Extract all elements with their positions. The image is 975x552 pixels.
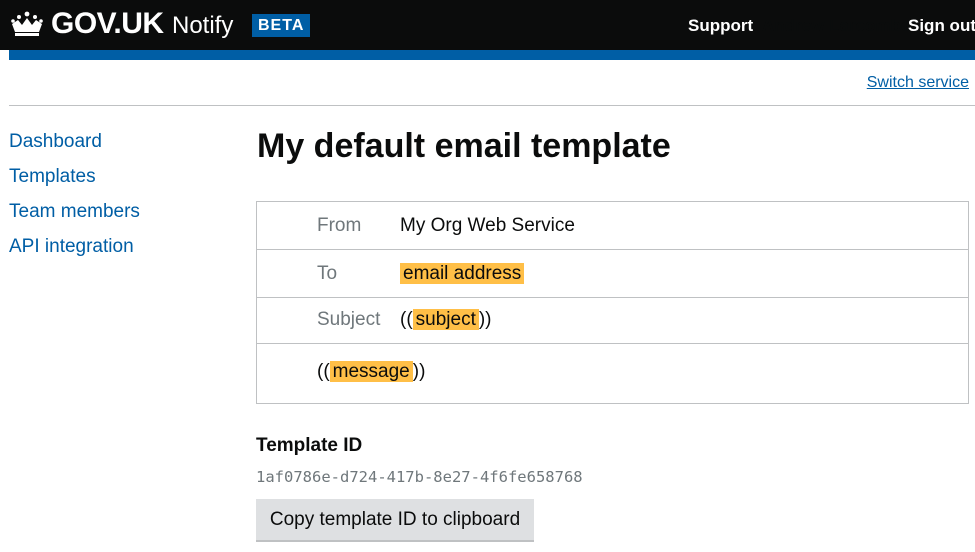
to-placeholder: email address <box>400 263 525 284</box>
sidebar-item-api-integration[interactable]: API integration <box>9 229 140 264</box>
switch-service-link[interactable]: Switch service <box>867 72 969 94</box>
preview-row-subject: Subject ((subject)) <box>257 298 968 344</box>
body-open-brackets: (( <box>317 361 330 382</box>
nav-support-link[interactable]: Support <box>688 14 753 38</box>
sidebar-item-templates[interactable]: Templates <box>9 159 140 194</box>
preview-row-body: ((message)) <box>257 344 968 403</box>
copy-template-id-button[interactable]: Copy template ID to clipboard <box>256 499 534 540</box>
site-header: GOV.UK Notify BETA Support Andrew Larcom… <box>0 0 975 50</box>
preview-row-from: From My Org Web Service <box>257 202 968 250</box>
from-value: My Org Web Service <box>400 215 575 236</box>
template-id-heading: Template ID <box>256 435 363 456</box>
subject-placeholder: subject <box>412 309 479 330</box>
phase-tag: BETA <box>252 14 311 37</box>
subject-value: ((subject)) <box>400 308 492 332</box>
sidebar-item-dashboard[interactable]: Dashboard <box>9 124 140 159</box>
nav-sign-out-link[interactable]: Sign out <box>908 14 975 38</box>
message-placeholder: message <box>329 361 413 382</box>
subject-open-brackets: (( <box>400 309 413 330</box>
crown-icon <box>11 11 43 36</box>
sidebar-item-team-members[interactable]: Team members <box>9 194 140 229</box>
to-value: email address <box>400 262 525 286</box>
template-id-value: 1af0786e-d724-417b-8e27-4f6fe658768 <box>256 468 583 486</box>
sidebar-nav: Dashboard Templates Team members API int… <box>9 124 140 264</box>
header-accent-bar <box>9 50 975 60</box>
preview-row-to: To email address <box>257 250 968 298</box>
nav-user-link[interactable]: Andrew Larcombe <box>762 14 910 38</box>
header-divider <box>9 105 975 106</box>
govuk-logo-text[interactable]: GOV.UK <box>51 6 164 42</box>
product-name[interactable]: Notify <box>172 10 233 42</box>
email-preview: From My Org Web Service To email address… <box>256 201 969 404</box>
subject-close-brackets: )) <box>478 309 492 330</box>
page-title: My default email template <box>257 127 671 165</box>
from-label: From <box>317 215 362 236</box>
subject-label: Subject <box>317 309 381 330</box>
to-label: To <box>317 263 338 284</box>
body-value: ((message)) <box>317 360 425 384</box>
body-close-brackets: )) <box>412 361 426 382</box>
